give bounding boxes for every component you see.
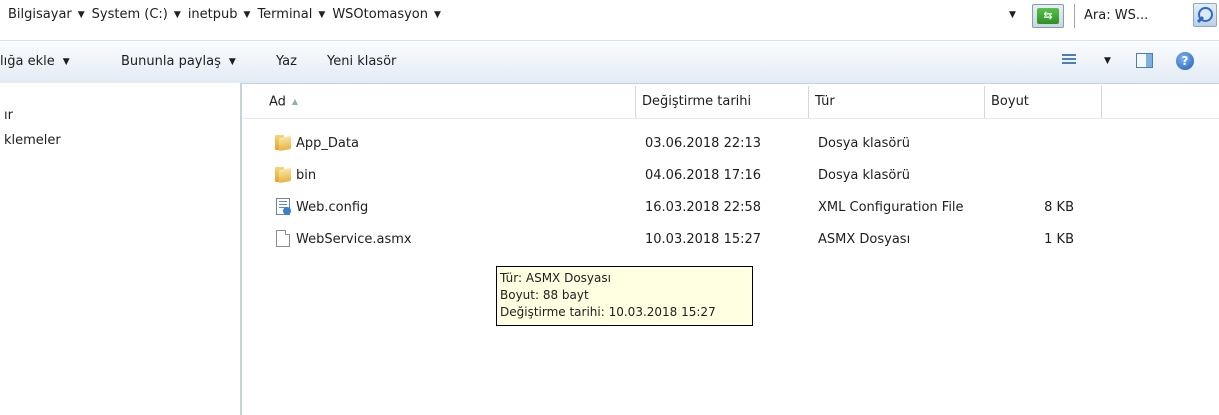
file-type: Dosya klasörü (818, 168, 910, 183)
breadcrumb-system-drive[interactable]: System (C:) ▼ (92, 7, 188, 22)
include-in-library-label: lığa ekle (0, 54, 55, 69)
tooltip-type: Tür: ASMX Dosyası (500, 271, 611, 285)
refresh-icon: ⇆ (1037, 8, 1059, 24)
column-header-name[interactable]: Ad ▲ (242, 86, 636, 118)
config-file-icon (273, 197, 293, 217)
address-bar[interactable]: Bilgisayar ▼ System (C:) ▼ inetpub ▼ Termin… (0, 0, 1219, 32)
tooltip-date: Değiştirme tarihi: 10.03.2018 15:27 (500, 305, 716, 319)
chevron-down-icon[interactable]: ▼ (244, 10, 251, 20)
chevron-down-icon: ▼ (228, 56, 236, 67)
breadcrumb: Bilgisayar ▼ System (C:) ▼ inetpub ▼ Termin… (8, 7, 448, 22)
new-folder-button[interactable]: Yeni klasör (327, 54, 396, 69)
column-headers: Ad ▲ Değiştirme tarihi Tür Boyut (242, 86, 1219, 118)
breadcrumb-terminal[interactable]: Terminal ▼ (257, 7, 332, 22)
file-date: 04.06.2018 17:16 (645, 168, 762, 183)
column-header-type[interactable]: Tür (809, 86, 985, 118)
chevron-down-icon: ▼ (62, 56, 70, 67)
views-dropdown-icon[interactable]: ▼ (1104, 56, 1111, 66)
table-row[interactable]: bin 04.06.2018 17:16 Dosya klasörü (242, 161, 1219, 191)
search-placeholder: Ara: WS... (1084, 8, 1149, 23)
file-name: App_Data (296, 136, 359, 151)
file-name: bin (296, 168, 317, 183)
file-name: Web.config (296, 200, 369, 215)
file-type: Dosya klasörü (818, 136, 910, 151)
new-folder-label: Yeni klasör (327, 54, 397, 69)
chevron-down-icon[interactable]: ▼ (78, 10, 85, 20)
file-type: XML Configuration File (818, 200, 964, 215)
share-with-button[interactable]: Bununla paylaş ▼ (121, 54, 236, 69)
views-icon[interactable] (1062, 54, 1076, 67)
burn-label: Yaz (276, 54, 297, 69)
chevron-down-icon[interactable]: ▼ (318, 10, 325, 20)
table-row[interactable]: App_Data 03.06.2018 22:13 Dosya klasörü (242, 129, 1219, 159)
chevron-down-icon[interactable]: ▼ (174, 10, 181, 20)
breadcrumb-computer[interactable]: Bilgisayar ▼ (8, 7, 92, 22)
table-row[interactable]: Web.config 16.03.2018 22:58 XML Configur… (242, 193, 1219, 223)
document-icon (273, 229, 293, 249)
file-date: 03.06.2018 22:13 (645, 136, 762, 151)
navigation-pane: ır klemeler (0, 83, 240, 415)
search-button[interactable] (1193, 3, 1217, 27)
column-header-size-label: Boyut (991, 94, 1029, 109)
preview-pane-icon[interactable] (1136, 53, 1153, 68)
chevron-down-icon[interactable]: ▼ (434, 10, 441, 20)
nav-item-favorites[interactable]: ır (4, 108, 13, 123)
column-header-type-label: Tür (815, 94, 835, 109)
file-type: ASMX Dosyası (818, 232, 911, 247)
column-header-date[interactable]: Değiştirme tarihi (636, 86, 809, 118)
file-date: 10.03.2018 15:27 (645, 232, 762, 247)
breadcrumb-inetpub[interactable]: inetpub ▼ (188, 7, 258, 22)
file-date: 16.03.2018 22:58 (645, 200, 762, 215)
folder-icon (273, 133, 293, 153)
file-size: 1 KB (1044, 232, 1074, 247)
address-history-dropdown-icon[interactable]: ▼ (1009, 10, 1016, 20)
header-divider (242, 118, 1219, 119)
command-bar: lığa ekle ▼ Bununla paylaş ▼ Yaz Yeni klas… (0, 40, 1219, 84)
help-icon[interactable]: ? (1176, 52, 1194, 70)
column-header-date-label: Değiştirme tarihi (642, 94, 752, 109)
file-name: WebService.asmx (296, 232, 412, 247)
file-info-tooltip: Tür: ASMX Dosyası Boyut: 88 bayt Değişti… (496, 266, 753, 326)
column-header-size[interactable]: Boyut (985, 86, 1102, 118)
refresh-button[interactable]: ⇆ (1032, 4, 1064, 28)
table-row[interactable]: WebService.asmx 10.03.2018 15:27 ASMX Do… (242, 225, 1219, 255)
burn-button[interactable]: Yaz (276, 54, 297, 69)
search-input[interactable]: Ara: WS... (1074, 4, 1184, 28)
nav-item-downloads[interactable]: klemeler (4, 133, 61, 148)
tooltip-size: Boyut: 88 bayt (500, 288, 589, 302)
include-in-library-button[interactable]: lığa ekle ▼ (0, 54, 70, 69)
file-size: 8 KB (1044, 200, 1074, 215)
column-header-name-label: Ad (269, 94, 286, 110)
sort-ascending-icon: ▲ (291, 97, 299, 106)
breadcrumb-wsotomasyon[interactable]: WSOtomasyon ▼ (332, 7, 448, 22)
share-with-label: Bununla paylaş (121, 54, 221, 69)
folder-icon (273, 165, 293, 185)
